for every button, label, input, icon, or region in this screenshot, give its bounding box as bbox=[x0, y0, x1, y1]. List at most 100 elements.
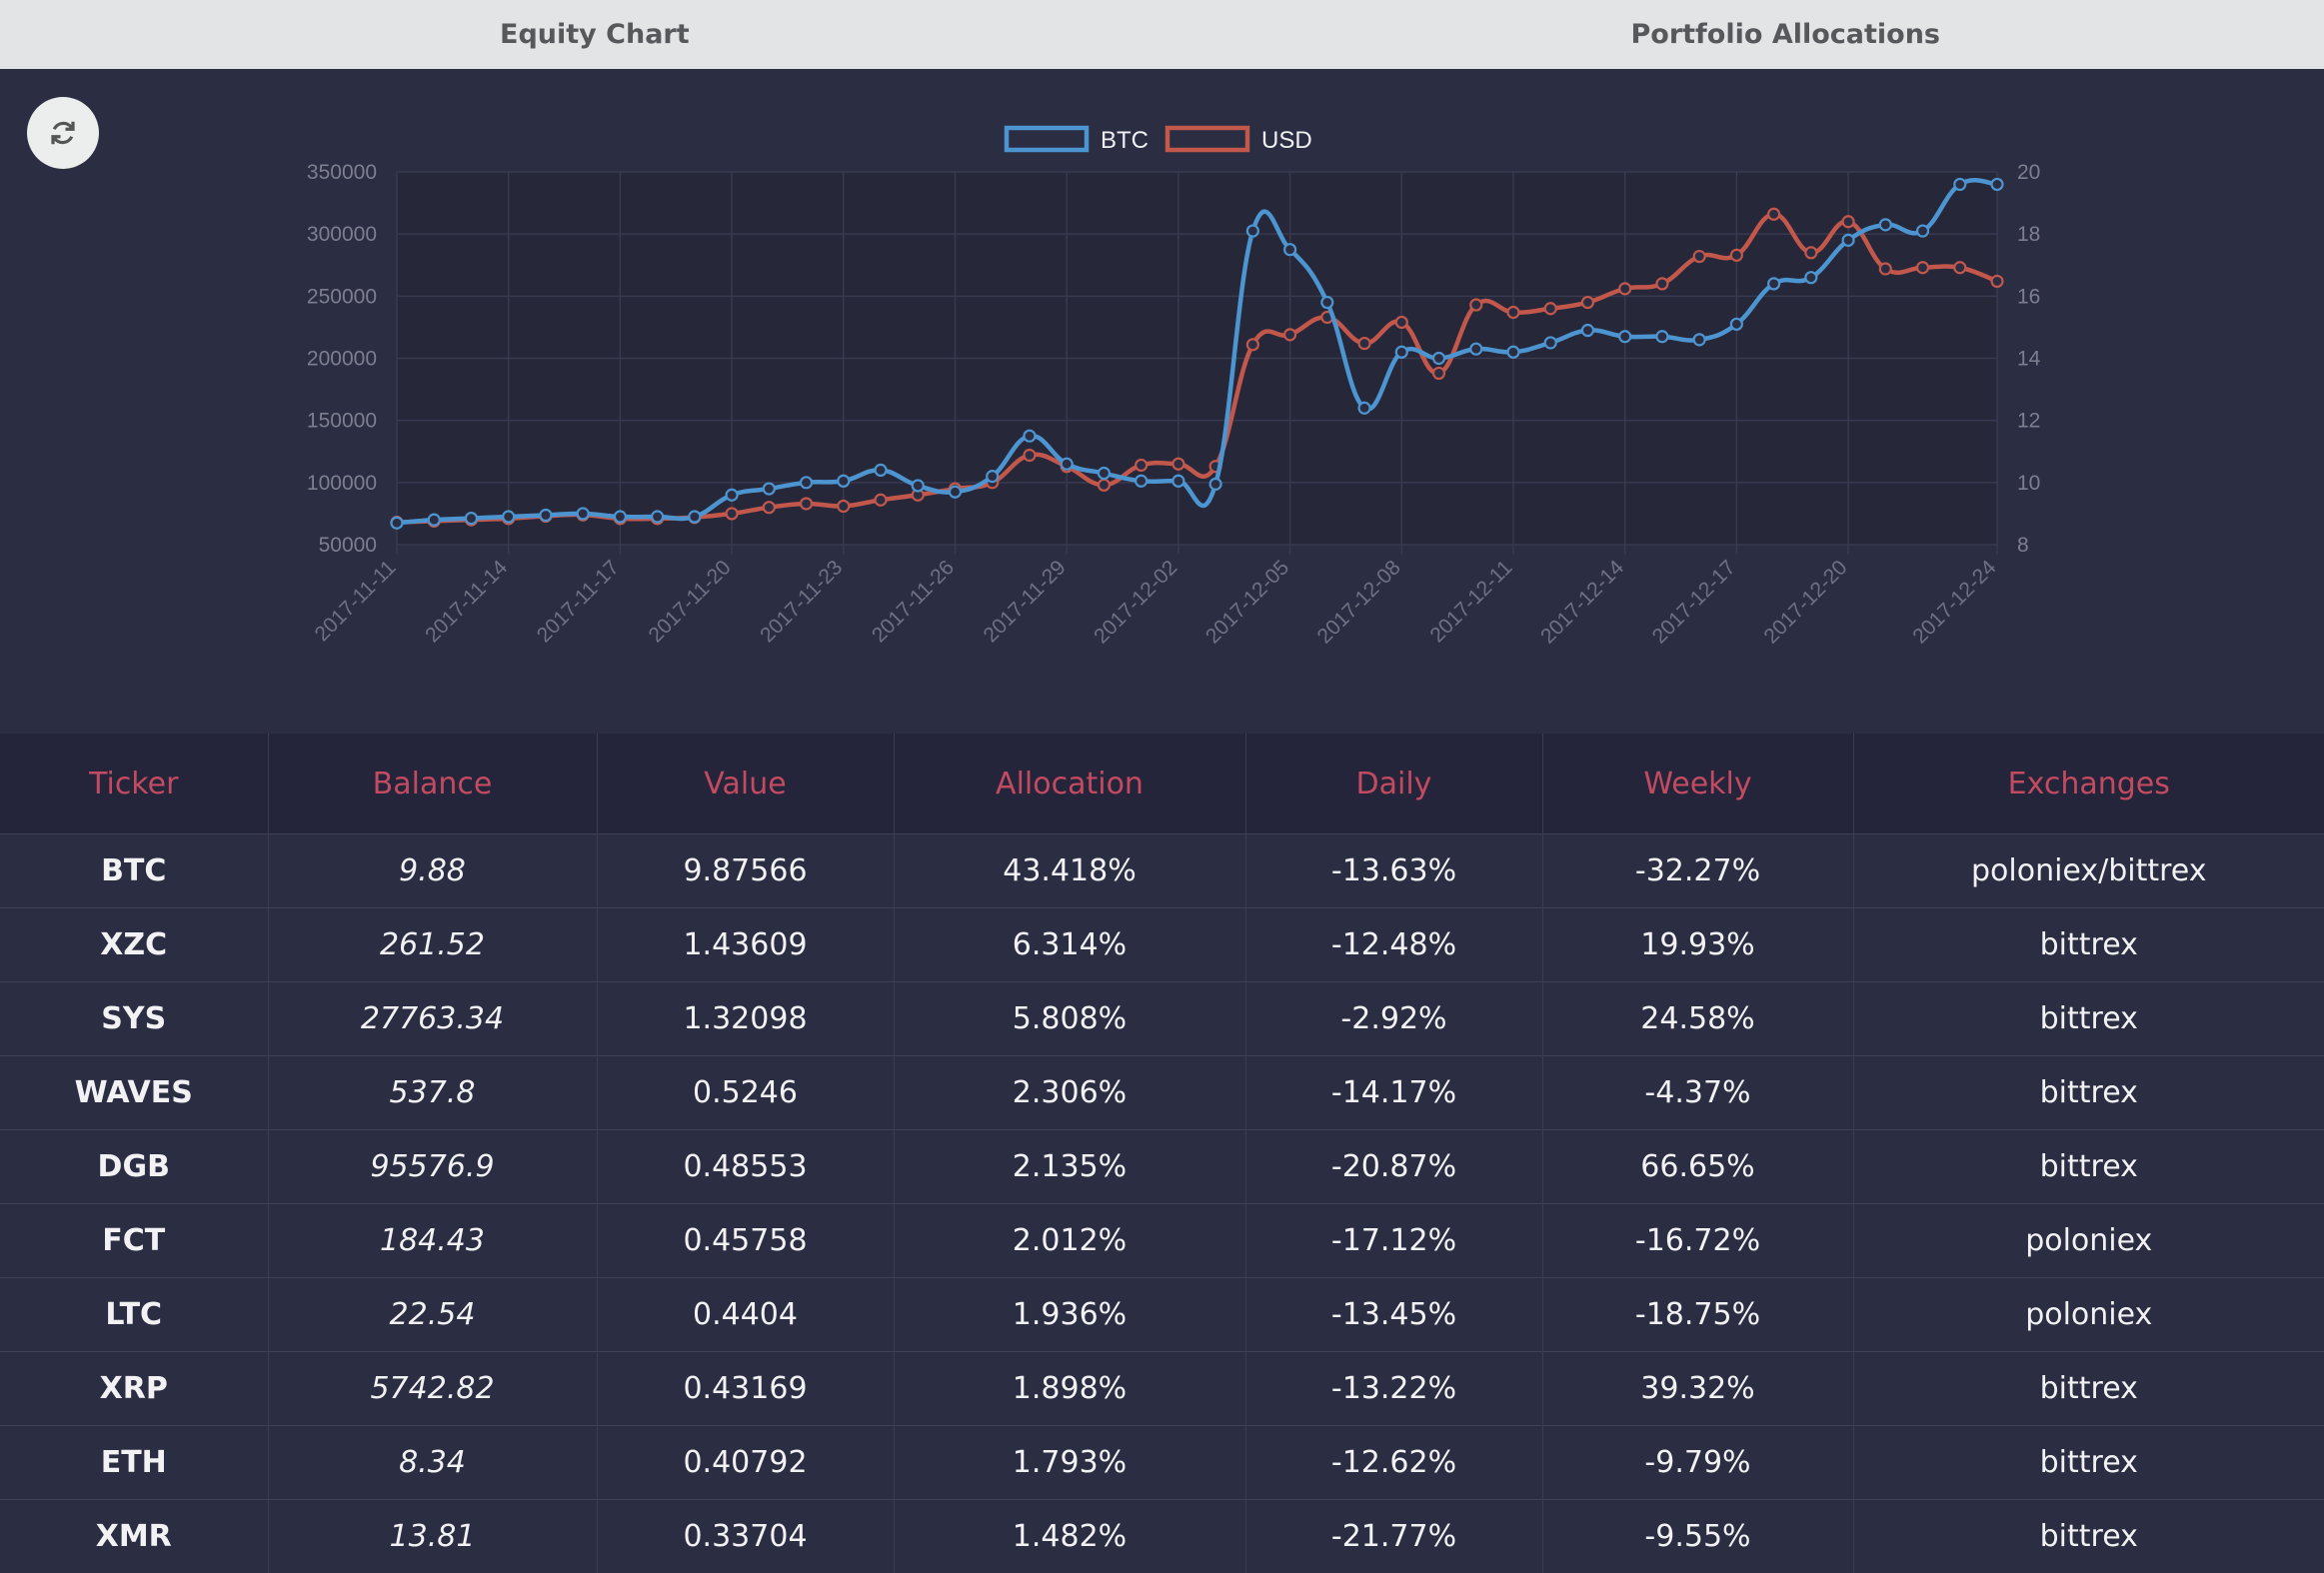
y-left-tick-label: 250000 bbox=[307, 285, 377, 308]
data-point-btc bbox=[1694, 334, 1705, 345]
data-point-btc bbox=[1284, 244, 1295, 255]
data-point-btc bbox=[1210, 479, 1221, 490]
data-point-usd bbox=[1359, 338, 1370, 349]
table-row[interactable]: FCT184.430.457582.012%-17.12%-16.72%polo… bbox=[0, 1204, 2324, 1278]
data-point-btc bbox=[1545, 337, 1556, 348]
x-tick-label: 2017-12-17 bbox=[1648, 556, 1740, 648]
cell-daily: -12.48% bbox=[1245, 908, 1542, 982]
cell-allocation: 1.793% bbox=[894, 1426, 1245, 1500]
data-point-usd bbox=[1694, 251, 1705, 262]
cell-weekly: 19.93% bbox=[1542, 908, 1853, 982]
table-row[interactable]: ETH8.340.407921.793%-12.62%-9.79%bittrex bbox=[0, 1426, 2324, 1500]
data-point-btc bbox=[1099, 468, 1110, 479]
data-point-btc bbox=[1768, 278, 1779, 289]
cell-value: 9.87566 bbox=[597, 834, 894, 908]
data-point-usd bbox=[1619, 283, 1630, 294]
data-point-btc bbox=[1172, 476, 1183, 487]
data-point-btc bbox=[987, 471, 998, 482]
data-point-btc bbox=[1731, 319, 1742, 330]
cell-weekly: 39.32% bbox=[1542, 1352, 1853, 1426]
data-point-btc bbox=[1582, 325, 1593, 336]
y-right-tick-label: 10 bbox=[2017, 472, 2040, 495]
data-point-btc bbox=[652, 512, 663, 523]
tab-portfolio-allocations[interactable]: Portfolio Allocations bbox=[1162, 0, 2324, 69]
x-tick-label: 2017-12-24 bbox=[1908, 556, 2000, 648]
table-row[interactable]: XMR13.810.337041.482%-21.77%-9.55%bittre… bbox=[0, 1500, 2324, 1573]
cell-balance: 22.54 bbox=[268, 1278, 597, 1352]
cell-allocation: 6.314% bbox=[894, 908, 1245, 982]
table-row[interactable]: XZC261.521.436096.314%-12.48%19.93%bittr… bbox=[0, 908, 2324, 982]
cell-exchanges: bittrex bbox=[1853, 908, 2324, 982]
data-point-btc bbox=[392, 518, 403, 529]
data-point-usd bbox=[1284, 329, 1295, 340]
data-point-btc bbox=[503, 512, 514, 523]
column-header-value[interactable]: Value bbox=[597, 734, 894, 834]
y-left-tick-label: 50000 bbox=[319, 534, 377, 557]
y-right-tick-label: 16 bbox=[2017, 285, 2040, 308]
cell-balance: 95576.9 bbox=[268, 1130, 597, 1204]
table-row[interactable]: WAVES537.80.52462.306%-14.17%-4.37%bittr… bbox=[0, 1056, 2324, 1130]
table-row[interactable]: DGB95576.90.485532.135%-20.87%66.65%bitt… bbox=[0, 1130, 2324, 1204]
table-row[interactable]: SYS27763.341.320985.808%-2.92%24.58%bitt… bbox=[0, 982, 2324, 1056]
column-header-exchanges[interactable]: Exchanges bbox=[1853, 734, 2324, 834]
y-right-tick-label: 14 bbox=[2017, 348, 2041, 371]
data-point-btc bbox=[913, 480, 924, 491]
column-header-allocation[interactable]: Allocation bbox=[894, 734, 1245, 834]
y-left-tick-label: 150000 bbox=[307, 410, 377, 433]
data-point-btc bbox=[615, 512, 626, 523]
cell-exchanges: bittrex bbox=[1853, 982, 2324, 1056]
table-row[interactable]: BTC9.889.8756643.418%-13.63%-32.27%polon… bbox=[0, 834, 2324, 908]
cell-exchanges: poloniex bbox=[1853, 1278, 2324, 1352]
cell-allocation: 1.482% bbox=[894, 1500, 1245, 1573]
column-header-weekly[interactable]: Weekly bbox=[1542, 734, 1853, 834]
y-left-tick-label: 300000 bbox=[307, 223, 377, 246]
cell-exchanges: bittrex bbox=[1853, 1426, 2324, 1500]
column-header-balance[interactable]: Balance bbox=[268, 734, 597, 834]
cell-balance: 27763.34 bbox=[268, 982, 597, 1056]
x-tick-label: 2017-11-14 bbox=[421, 556, 512, 647]
column-header-daily[interactable]: Daily bbox=[1245, 734, 1542, 834]
data-point-btc bbox=[950, 487, 961, 498]
cell-weekly: -18.75% bbox=[1542, 1278, 1853, 1352]
cell-exchanges: poloniex bbox=[1853, 1204, 2324, 1278]
data-point-usd bbox=[1880, 263, 1891, 274]
data-point-btc bbox=[466, 513, 477, 524]
data-point-usd bbox=[1433, 368, 1444, 379]
cell-balance: 13.81 bbox=[268, 1500, 597, 1573]
cell-weekly: -16.72% bbox=[1542, 1204, 1853, 1278]
data-point-usd bbox=[1136, 460, 1147, 471]
table-row[interactable]: XRP5742.820.431691.898%-13.22%39.32%bitt… bbox=[0, 1352, 2324, 1426]
cell-daily: -2.92% bbox=[1245, 982, 1542, 1056]
table-row[interactable]: LTC22.540.44041.936%-13.45%-18.75%poloni… bbox=[0, 1278, 2324, 1352]
x-tick-label: 2017-11-26 bbox=[868, 556, 959, 647]
data-point-btc bbox=[764, 484, 775, 495]
data-point-usd bbox=[1731, 250, 1742, 261]
cell-allocation: 2.306% bbox=[894, 1056, 1245, 1130]
legend-swatch-btc bbox=[1007, 128, 1087, 150]
data-point-usd bbox=[1470, 300, 1481, 311]
data-point-btc bbox=[1880, 219, 1891, 230]
data-point-usd bbox=[1917, 262, 1928, 273]
cell-balance: 184.43 bbox=[268, 1204, 597, 1278]
legend-swatch-usd bbox=[1167, 128, 1247, 150]
x-tick-label: 2017-11-17 bbox=[533, 556, 624, 647]
tab-equity-chart-label: Equity Chart bbox=[500, 19, 690, 50]
cell-value: 0.5246 bbox=[597, 1056, 894, 1130]
tab-equity-chart[interactable]: Equity Chart bbox=[0, 0, 1162, 69]
cell-balance: 5742.82 bbox=[268, 1352, 597, 1426]
cell-ticker: SYS bbox=[0, 982, 268, 1056]
y-right-tick-label: 12 bbox=[2017, 410, 2040, 433]
cell-weekly: -32.27% bbox=[1542, 834, 1853, 908]
cell-weekly: 24.58% bbox=[1542, 982, 1853, 1056]
cell-weekly: -4.37% bbox=[1542, 1056, 1853, 1130]
cell-balance: 8.34 bbox=[268, 1426, 597, 1500]
cell-allocation: 2.135% bbox=[894, 1130, 1245, 1204]
column-header-ticker[interactable]: Ticker bbox=[0, 734, 268, 834]
x-tick-label: 2017-12-14 bbox=[1536, 556, 1628, 648]
data-point-usd bbox=[727, 508, 738, 519]
cell-value: 0.4404 bbox=[597, 1278, 894, 1352]
cell-weekly: -9.55% bbox=[1542, 1500, 1853, 1573]
data-point-btc bbox=[838, 476, 849, 487]
cell-ticker: WAVES bbox=[0, 1056, 268, 1130]
data-point-btc bbox=[1247, 226, 1258, 237]
